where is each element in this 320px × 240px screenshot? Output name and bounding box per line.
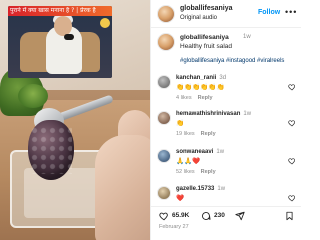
comment-likes[interactable]: 19 likes [176,131,195,137]
comment-item: kanchan_ranii 3d 👏👏👏👏👏👏 4 likes Reply [151,74,301,104]
commenter-avatar[interactable] [157,149,171,163]
comment-likes[interactable]: 52 likes [176,169,195,175]
reply-button[interactable]: Reply [201,169,216,175]
post-panel: globallifesaniya Original audio Follow •… [150,0,301,240]
comment-meta: 19 likes Reply [176,131,216,137]
commenter-username[interactable]: gazelle.15733 1w [176,186,225,192]
inset-banner-text: पुराने में क्या खास मनाना है ? | प्रेरक … [10,7,96,14]
comment-meta: 4 likes Reply [176,95,213,101]
caption-text: Healthy fruit salad [180,43,233,50]
comment-item: sonwaneaavi 1w 🙏🙏❤️ 52 likes Reply [151,148,301,178]
media-grape-highlights [30,126,72,174]
inset-channel-logo [100,18,110,28]
commenter-avatar[interactable] [157,186,171,200]
commenter-username[interactable]: hemawathishrinivasan 1w [176,111,251,117]
inset-microphone [64,34,74,40]
share-icon[interactable] [235,211,245,221]
inset-video: पुराने में क्या खास मनाना है ? | प्रेरक … [8,6,112,78]
heart-icon[interactable] [288,119,296,127]
media-plant-leaves [18,84,48,108]
post-date: February 27 [159,224,189,230]
caption-hashtags[interactable]: #globallifesaniya #instagood #viralreels [180,58,298,64]
comment-time: 1w [243,111,252,117]
more-options-icon[interactable]: ••• [285,7,297,17]
comment-likes[interactable]: 4 likes [176,95,192,101]
author-username[interactable]: globallifesaniya [180,5,233,12]
bookmark-icon[interactable] [285,211,294,221]
action-bar: 65.9K 230 [151,206,301,222]
commenter-username[interactable]: kanchan_ranii 3d [176,75,226,81]
caption-avatar[interactable] [157,33,175,51]
commenter-avatar[interactable] [157,111,171,125]
audio-label[interactable]: Original audio [180,15,217,21]
comment-time: 3d [219,75,227,81]
likes-count[interactable]: 65.9K [172,212,189,219]
follow-button[interactable]: Follow [258,9,280,16]
media-hand [95,135,150,240]
post-header: globallifesaniya Original audio Follow •… [151,0,301,28]
comment-text: ❤️ [176,195,185,202]
caption-time: 1w [243,34,251,40]
reply-button[interactable]: Reply [201,131,216,137]
comment-time: 1w [217,186,226,192]
like-heart-icon[interactable] [159,211,169,221]
commenter-username[interactable]: sonwaneaavi 1w [176,149,224,155]
reel-media[interactable]: पुराने में क्या खास मनाना है ? | प्रेरक … [0,0,150,240]
comment-text: 👏👏👏👏👏👏 [176,84,225,91]
comment-text: 🙏🙏❤️ [176,158,201,165]
comment-item: hemawathishrinivasan 1w 👏 19 likes Reply [151,110,301,140]
comment-text: 👏 [176,120,185,127]
caption-username[interactable]: globallifesaniya [180,34,229,41]
media-tray-inner [24,168,106,218]
comments-count[interactable]: 230 [214,212,225,219]
comment-icon[interactable] [201,211,211,221]
heart-icon[interactable] [288,194,296,202]
comment-meta: 52 likes Reply [176,169,216,175]
comment-time: 1w [216,149,225,155]
commenter-avatar[interactable] [157,75,171,89]
heart-icon[interactable] [288,83,296,91]
inset-head [54,16,72,36]
avatar[interactable] [157,5,175,23]
heart-icon[interactable] [288,157,296,165]
comment-item: gazelle.15733 1w ❤️ [151,185,301,205]
reply-button[interactable]: Reply [198,95,213,101]
